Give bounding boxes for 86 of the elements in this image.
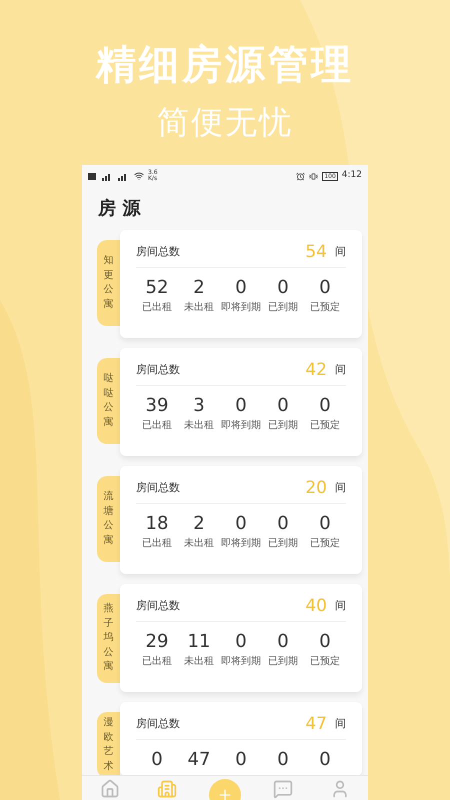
- stat-value: 0: [235, 630, 247, 654]
- stat-label: 即将到期: [221, 536, 261, 551]
- total-label: 房间总数: [136, 716, 180, 732]
- stat-label: 已出租: [142, 300, 172, 315]
- stat-value: 0: [319, 630, 331, 654]
- stat-label: 已出租: [142, 418, 172, 433]
- stat-label: 即将到期: [221, 654, 261, 669]
- property-name: 知更公寓: [104, 254, 114, 312]
- stat-label: 已到期: [268, 418, 298, 433]
- stat-value: 0: [277, 630, 289, 654]
- stat-label: 已预定: [310, 418, 340, 433]
- property-tab[interactable]: 流塘公寓: [97, 476, 120, 562]
- total-count: 20: [305, 476, 327, 500]
- alarm-icon: [296, 172, 306, 180]
- stat-value: 0: [277, 748, 289, 772]
- property-name: 燕子坞公寓: [104, 602, 114, 674]
- total-label: 房间总数: [136, 244, 180, 260]
- stat-value: 52: [146, 276, 168, 300]
- stat-value: 2: [193, 512, 205, 536]
- stat-label: 未出租: [184, 654, 214, 669]
- total-count: 42: [305, 358, 327, 382]
- plus-icon: [216, 787, 233, 800]
- stat-value: 0: [277, 276, 289, 300]
- stat-label: 未出租: [184, 418, 214, 433]
- total-count: 40: [305, 594, 327, 618]
- stat-label: 已到期: [268, 654, 298, 669]
- stat-value: 0: [235, 276, 247, 300]
- total-label: 房间总数: [136, 362, 180, 378]
- stat-label: 已预定: [310, 536, 340, 551]
- property-tab[interactable]: 漫欧艺术: [97, 712, 120, 778]
- property-tab[interactable]: 知更公寓: [97, 240, 120, 326]
- stat-label: 已出租: [142, 654, 172, 669]
- stat-value: 0: [151, 748, 163, 772]
- total-count: 54: [305, 240, 327, 264]
- wifi-icon: [134, 171, 144, 181]
- unit-label: 间: [335, 362, 346, 378]
- stat-value: 0: [235, 394, 247, 418]
- stat-value: 39: [146, 394, 168, 418]
- total-count: 47: [305, 712, 327, 736]
- stat-value: 29: [146, 630, 168, 654]
- property-card[interactable]: 房间总数 20 间 18 已出租 2 未出租 0 即将到期 0 已到期 0 已预定: [120, 466, 362, 574]
- page-title: 房 源: [98, 197, 140, 221]
- stat-label: 已到期: [268, 300, 298, 315]
- subheadline: 简便无忧: [157, 102, 293, 143]
- home-icon: [100, 779, 120, 799]
- vibrate-icon: [309, 172, 318, 180]
- stat-label: 已出租: [142, 536, 172, 551]
- property-card[interactable]: 房间总数 42 间 39 已出租 3 未出租 0 即将到期 0 已到期 0 已预定: [120, 348, 362, 456]
- property-name: 流塘公寓: [104, 490, 114, 548]
- unit-label: 间: [335, 598, 346, 614]
- stat-value: 0: [319, 394, 331, 418]
- property-card[interactable]: 房间总数 54 间 52 已出租 2 未出租 0 即将到期 0 已到期 0 已预定: [120, 230, 362, 338]
- stat-value: 47: [188, 748, 210, 772]
- property-tab[interactable]: 燕子坞公寓: [97, 594, 120, 682]
- stat-value: 0: [235, 512, 247, 536]
- property-tab[interactable]: 哒哒公寓: [97, 358, 120, 444]
- stat-label: 未出租: [184, 536, 214, 551]
- stat-value: 0: [319, 512, 331, 536]
- buildings-icon: [157, 779, 178, 799]
- property-card[interactable]: 房间总数 40 间 29 已出租 11 未出租 0 即将到期 0 已到期 0 已预定: [120, 584, 362, 692]
- stat-value: 0: [277, 394, 289, 418]
- stat-label: 即将到期: [221, 418, 261, 433]
- unit-label: 间: [335, 244, 346, 260]
- stat-value: 0: [319, 748, 331, 772]
- stat-value: 2: [193, 276, 205, 300]
- stat-label: 已预定: [310, 300, 340, 315]
- property-name: 哒哒公寓: [104, 372, 114, 430]
- headline: 精细房源管理: [96, 41, 354, 90]
- stat-value: 11: [188, 630, 210, 654]
- property-card[interactable]: 房间总数 47 间 0 47 0 0 0: [120, 702, 362, 776]
- clock-time: 4:12: [342, 169, 362, 182]
- unit-label: 间: [335, 716, 346, 732]
- stat-value: 3: [193, 394, 205, 418]
- stat-label: 已到期: [268, 536, 298, 551]
- stat-value: 18: [146, 512, 168, 536]
- chat-icon: [272, 779, 293, 799]
- total-label: 房间总数: [136, 598, 180, 614]
- stat-label: 未出租: [184, 300, 214, 315]
- stat-label: 即将到期: [221, 300, 261, 315]
- stat-value: 0: [235, 748, 247, 772]
- stat-value: 0: [319, 276, 331, 300]
- stat-label: 已预定: [310, 654, 340, 669]
- stat-value: 0: [277, 512, 289, 536]
- property-name: 漫欧艺术: [104, 716, 114, 774]
- total-label: 房间总数: [136, 480, 180, 496]
- unit-label: 间: [335, 480, 346, 496]
